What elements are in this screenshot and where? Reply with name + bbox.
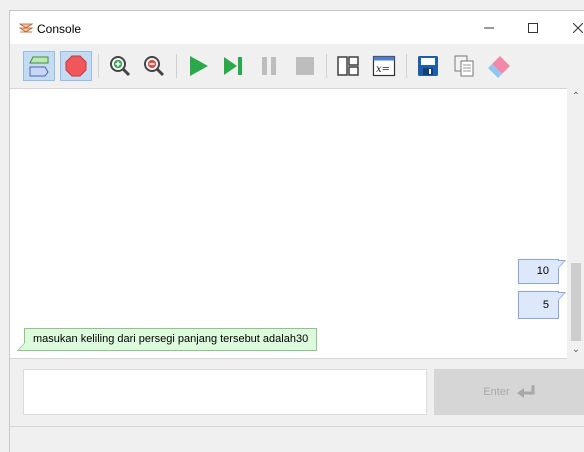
bubble-tail-fill: [558, 293, 564, 300]
output-value: 10: [536, 265, 549, 277]
console-app-icon: [19, 23, 33, 33]
flowchart-mode-icon: [29, 56, 49, 77]
output-bubble: 10: [518, 259, 566, 284]
bubble-tail-fill: [558, 261, 564, 268]
eraser-button[interactable]: [484, 51, 516, 81]
step-button[interactable]: [217, 51, 249, 81]
variables-button[interactable]: x=: [368, 51, 400, 81]
toolbar: x=: [10, 44, 584, 88]
minimize-icon: [483, 27, 494, 28]
enter-button-label: Enter: [483, 386, 510, 398]
toolbar-separator: [406, 54, 407, 78]
input-bubble: masukan keliling dari persegi panjang te…: [17, 328, 318, 351]
scroll-up-arrow-icon[interactable]: ⌃: [571, 91, 581, 102]
enter-arrow-icon: [516, 385, 535, 398]
scroll-down-arrow-icon[interactable]: ⌄: [571, 344, 581, 355]
pause-icon: [262, 57, 276, 75]
zoom-out-icon: [144, 56, 165, 77]
window-title: Console: [37, 22, 82, 36]
stop-icon: [296, 57, 314, 75]
zoom-in-icon: [110, 56, 131, 77]
input-bubble-text: masukan keliling dari persegi panjang te…: [33, 333, 309, 345]
minimize-button[interactable]: [466, 11, 511, 44]
eraser-icon: [488, 56, 510, 78]
console-input-field[interactable]: [23, 369, 427, 415]
pause-button[interactable]: [253, 51, 285, 81]
layout-icon: [337, 56, 359, 76]
layout-button[interactable]: [332, 51, 364, 81]
stop-button[interactable]: [289, 51, 321, 81]
title-bar[interactable]: Console: [10, 11, 584, 44]
copy-icon: [454, 55, 474, 77]
zoom-in-button[interactable]: [104, 51, 136, 81]
maximize-button[interactable]: [510, 11, 555, 44]
variables-icon: x=: [372, 55, 396, 77]
toolbar-separator: [326, 54, 327, 78]
run-icon: [190, 56, 208, 76]
maximize-icon: [527, 22, 538, 33]
close-button[interactable]: [555, 11, 584, 44]
console-window: Console x= 10 5 masukan keliling dari pe…: [9, 10, 584, 452]
save-button[interactable]: [412, 51, 444, 81]
svg-text:x=: x=: [376, 64, 390, 75]
stop-sign-button[interactable]: [60, 51, 92, 81]
copy-button[interactable]: [448, 51, 480, 81]
close-icon: [572, 22, 583, 33]
stop-sign-icon: [65, 55, 87, 77]
output-bubble: 5: [518, 291, 566, 319]
output-value: 5: [542, 299, 549, 311]
bubble-tail-fill: [19, 343, 25, 350]
vertical-scrollbar[interactable]: ⌃ ⌄: [567, 88, 584, 357]
console-output-area[interactable]: 10 5 masukan keliling dari persegi panja…: [10, 88, 567, 359]
save-icon: [418, 56, 438, 76]
run-button[interactable]: [182, 51, 214, 81]
enter-button[interactable]: Enter: [434, 369, 584, 415]
toolbar-separator: [176, 54, 177, 78]
step-icon: [224, 57, 242, 75]
scrollbar-thumb[interactable]: [571, 263, 581, 341]
toolbar-separator: [98, 54, 99, 78]
zoom-out-button[interactable]: [138, 51, 170, 81]
flowchart-mode-button[interactable]: [23, 51, 55, 81]
status-bar-divider: [10, 426, 584, 427]
